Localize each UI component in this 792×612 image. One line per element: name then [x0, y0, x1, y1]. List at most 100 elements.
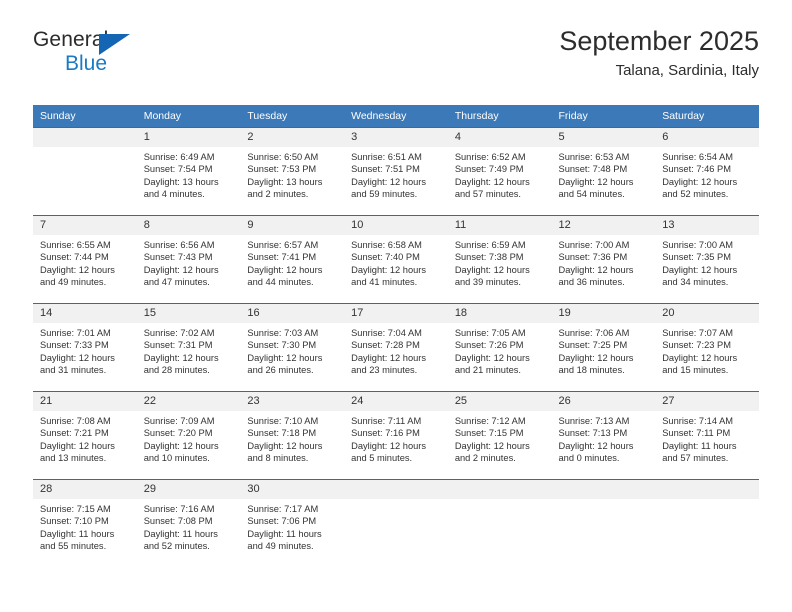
day-details: Sunrise: 7:08 AM Sunset: 7:21 PM Dayligh… [33, 411, 137, 464]
day-cell[interactable]: 17 Sunrise: 7:04 AM Sunset: 7:28 PM Dayl… [344, 303, 448, 392]
day-cell[interactable]: 16 Sunrise: 7:03 AM Sunset: 7:30 PM Dayl… [240, 303, 345, 392]
day-cell[interactable]: 26 Sunrise: 7:13 AM Sunset: 7:13 PM Dayl… [551, 391, 656, 480]
day-details: Sunrise: 7:01 AM Sunset: 7:33 PM Dayligh… [33, 323, 137, 376]
day-cell[interactable] [33, 127, 137, 216]
logo-text-general: General [33, 28, 109, 51]
day-cell[interactable]: 11 Sunrise: 6:59 AM Sunset: 7:38 PM Dayl… [447, 215, 552, 304]
sunrise-text: Sunrise: 6:53 AM [558, 152, 630, 162]
sunrise-text: Sunrise: 7:08 AM [40, 416, 111, 426]
daylight-text: Daylight: 12 hours and 39 minutes. [454, 264, 530, 287]
day-cell[interactable]: 4 Sunrise: 6:52 AM Sunset: 7:49 PM Dayli… [447, 127, 552, 216]
sunset-text: Sunset: 7:49 PM [454, 164, 524, 175]
day-details [655, 499, 759, 503]
day-details: Sunrise: 6:56 AM Sunset: 7:43 PM Dayligh… [137, 235, 241, 288]
daylight-text: Daylight: 11 hours and 52 minutes. [143, 528, 218, 551]
day-cell[interactable] [551, 479, 656, 568]
sunrise-text: Sunrise: 7:02 AM [143, 328, 215, 338]
day-number: 1 [136, 128, 241, 147]
daylight-text: Daylight: 12 hours and 31 minutes. [40, 352, 115, 375]
sunset-text: Sunset: 7:38 PM [454, 252, 524, 263]
day-cell[interactable]: 28 Sunrise: 7:15 AM Sunset: 7:10 PM Dayl… [33, 479, 137, 568]
day-details: Sunrise: 7:13 AM Sunset: 7:13 PM Dayligh… [552, 411, 656, 464]
day-details: Sunrise: 6:52 AM Sunset: 7:49 PM Dayligh… [448, 147, 552, 200]
day-cell[interactable]: 1 Sunrise: 6:49 AM Sunset: 7:54 PM Dayli… [136, 127, 241, 216]
sunrise-text: Sunrise: 6:54 AM [662, 152, 734, 162]
daylight-text: Daylight: 12 hours and 23 minutes. [351, 352, 427, 375]
day-cell[interactable]: 20 Sunrise: 7:07 AM Sunset: 7:23 PM Dayl… [655, 303, 759, 392]
day-cell[interactable]: 5 Sunrise: 6:53 AM Sunset: 7:48 PM Dayli… [551, 127, 656, 216]
day-cell[interactable]: 25 Sunrise: 7:12 AM Sunset: 7:15 PM Dayl… [447, 391, 552, 480]
sunset-text: Sunset: 7:18 PM [247, 428, 317, 439]
day-cell[interactable]: 23 Sunrise: 7:10 AM Sunset: 7:18 PM Dayl… [240, 391, 345, 480]
day-cell[interactable]: 8 Sunrise: 6:56 AM Sunset: 7:43 PM Dayli… [136, 215, 241, 304]
day-cell[interactable] [655, 479, 759, 568]
day-cell[interactable]: 22 Sunrise: 7:09 AM Sunset: 7:20 PM Dayl… [136, 391, 241, 480]
week-row: 14 Sunrise: 7:01 AM Sunset: 7:33 PM Dayl… [33, 303, 759, 392]
daylight-text: Daylight: 12 hours and 18 minutes. [558, 352, 634, 375]
daylight-text: Daylight: 12 hours and 15 minutes. [662, 352, 738, 375]
sunrise-text: Sunrise: 6:51 AM [351, 152, 422, 162]
daylight-text: Daylight: 12 hours and 34 minutes. [662, 264, 738, 287]
day-number: 17 [344, 304, 448, 323]
sunrise-text: Sunrise: 7:11 AM [351, 416, 422, 426]
day-cell[interactable]: 21 Sunrise: 7:08 AM Sunset: 7:21 PM Dayl… [33, 391, 137, 480]
day-details: Sunrise: 6:50 AM Sunset: 7:53 PM Dayligh… [240, 147, 344, 200]
sunset-text: Sunset: 7:23 PM [662, 340, 731, 351]
sunset-text: Sunset: 7:26 PM [454, 340, 524, 351]
day-cell[interactable]: 30 Sunrise: 7:17 AM Sunset: 7:06 PM Dayl… [240, 479, 345, 568]
day-number: 3 [344, 128, 448, 147]
day-number: 20 [655, 304, 759, 323]
daylight-text: Daylight: 13 hours and 2 minutes. [247, 176, 323, 199]
day-number: 21 [33, 392, 137, 411]
calendar-body: 1 Sunrise: 6:49 AM Sunset: 7:54 PM Dayli… [33, 127, 759, 568]
sunrise-text: Sunrise: 7:01 AM [40, 328, 111, 338]
day-number [551, 480, 656, 499]
day-cell[interactable]: 24 Sunrise: 7:11 AM Sunset: 7:16 PM Dayl… [344, 391, 448, 480]
day-cell[interactable]: 14 Sunrise: 7:01 AM Sunset: 7:33 PM Dayl… [33, 303, 137, 392]
day-number: 12 [551, 216, 656, 235]
calendar-header-row: Sunday Monday Tuesday Wednesday Thursday… [33, 105, 759, 128]
sunset-text: Sunset: 7:54 PM [143, 164, 213, 175]
day-cell[interactable]: 29 Sunrise: 7:16 AM Sunset: 7:08 PM Dayl… [136, 479, 241, 568]
sunrise-text: Sunrise: 6:57 AM [247, 240, 319, 250]
day-number: 25 [447, 392, 552, 411]
sunrise-text: Sunrise: 6:56 AM [143, 240, 215, 250]
sunset-text: Sunset: 7:31 PM [143, 340, 213, 351]
weekday-header-friday: Friday [551, 105, 656, 128]
daylight-text: Daylight: 11 hours and 57 minutes. [662, 440, 737, 463]
day-details: Sunrise: 7:16 AM Sunset: 7:08 PM Dayligh… [137, 499, 241, 552]
day-cell[interactable]: 9 Sunrise: 6:57 AM Sunset: 7:41 PM Dayli… [240, 215, 345, 304]
sunrise-text: Sunrise: 7:00 AM [558, 240, 630, 250]
day-cell[interactable]: 15 Sunrise: 7:02 AM Sunset: 7:31 PM Dayl… [136, 303, 241, 392]
sunrise-text: Sunrise: 6:50 AM [247, 152, 319, 162]
day-cell[interactable]: 18 Sunrise: 7:05 AM Sunset: 7:26 PM Dayl… [447, 303, 552, 392]
daylight-text: Daylight: 12 hours and 8 minutes. [247, 440, 323, 463]
day-number [33, 128, 137, 147]
day-cell[interactable]: 6 Sunrise: 6:54 AM Sunset: 7:46 PM Dayli… [655, 127, 759, 216]
day-cell[interactable]: 12 Sunrise: 7:00 AM Sunset: 7:36 PM Dayl… [551, 215, 656, 304]
daylight-text: Daylight: 12 hours and 49 minutes. [40, 264, 115, 287]
day-number: 23 [240, 392, 345, 411]
day-number: 9 [240, 216, 345, 235]
day-cell[interactable]: 27 Sunrise: 7:14 AM Sunset: 7:11 PM Dayl… [655, 391, 759, 480]
day-cell[interactable]: 3 Sunrise: 6:51 AM Sunset: 7:51 PM Dayli… [344, 127, 448, 216]
day-number: 10 [344, 216, 448, 235]
sunset-text: Sunset: 7:43 PM [143, 252, 213, 263]
week-row: 28 Sunrise: 7:15 AM Sunset: 7:10 PM Dayl… [33, 479, 759, 568]
day-cell[interactable]: 7 Sunrise: 6:55 AM Sunset: 7:44 PM Dayli… [33, 215, 137, 304]
day-number: 6 [655, 128, 759, 147]
sunrise-text: Sunrise: 7:07 AM [662, 328, 734, 338]
day-cell[interactable]: 19 Sunrise: 7:06 AM Sunset: 7:25 PM Dayl… [551, 303, 656, 392]
day-details: Sunrise: 6:58 AM Sunset: 7:40 PM Dayligh… [344, 235, 448, 288]
daylight-text: Daylight: 12 hours and 54 minutes. [558, 176, 634, 199]
day-cell[interactable] [447, 479, 552, 568]
title-block: September 2025 Talana, Sardinia, Italy [559, 24, 759, 81]
general-blue-logo[interactable]: General Blue [33, 28, 223, 86]
day-cell[interactable] [344, 479, 448, 568]
day-details: Sunrise: 7:15 AM Sunset: 7:10 PM Dayligh… [33, 499, 137, 552]
day-number: 7 [33, 216, 137, 235]
day-cell[interactable]: 2 Sunrise: 6:50 AM Sunset: 7:53 PM Dayli… [240, 127, 345, 216]
day-cell[interactable]: 10 Sunrise: 6:58 AM Sunset: 7:40 PM Dayl… [344, 215, 448, 304]
day-cell[interactable]: 13 Sunrise: 7:00 AM Sunset: 7:35 PM Dayl… [655, 215, 759, 304]
day-details [448, 499, 552, 503]
